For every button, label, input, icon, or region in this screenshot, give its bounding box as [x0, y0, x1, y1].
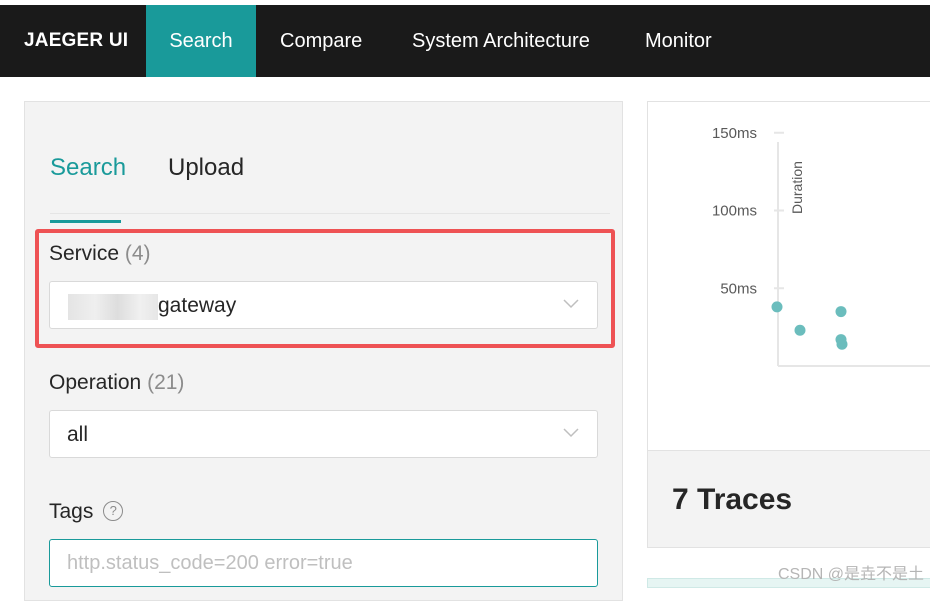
- trace-point[interactable]: [836, 306, 847, 317]
- top-nav: JAEGER UI Search Compare System Architec…: [0, 5, 930, 77]
- operation-value: all: [67, 423, 88, 447]
- service-select[interactable]: gateway: [49, 281, 598, 329]
- trace-point[interactable]: [772, 301, 783, 312]
- active-tab-indicator: [50, 220, 121, 223]
- brand-logo[interactable]: JAEGER UI: [24, 5, 128, 77]
- search-tabs: Search Upload: [50, 142, 610, 214]
- help-icon[interactable]: ?: [103, 501, 123, 521]
- service-label: Service (4): [49, 242, 151, 266]
- operation-count: (21): [147, 371, 184, 394]
- nav-monitor[interactable]: Monitor: [621, 5, 736, 77]
- watermark: CSDN @是垚不是土: [778, 560, 924, 584]
- y-axis-label: Duration: [789, 161, 805, 214]
- nav-compare[interactable]: Compare: [256, 5, 386, 77]
- traces-count: 7 Traces: [672, 483, 792, 517]
- tags-input[interactable]: [49, 539, 598, 587]
- search-panel: Search Upload: [24, 101, 623, 601]
- duration-scatter-chart: 150ms 100ms 50ms Duration: [648, 102, 930, 452]
- nav-system-architecture[interactable]: System Architecture: [388, 5, 614, 77]
- operation-label: Operation (21): [49, 371, 184, 395]
- operation-label-text: Operation: [49, 371, 141, 394]
- tab-search-label: Search: [50, 154, 126, 181]
- results-header: 7 Traces: [647, 450, 930, 548]
- trace-point[interactable]: [795, 325, 806, 336]
- tags-label-text: Tags: [49, 500, 93, 523]
- trace-point[interactable]: [837, 339, 848, 350]
- service-value: gateway: [158, 294, 236, 318]
- tags-label: Tags ?: [49, 500, 123, 524]
- y-tick-label: 100ms: [712, 203, 757, 220]
- tab-search[interactable]: Search: [50, 154, 126, 182]
- y-tick-label: 50ms: [720, 280, 757, 297]
- service-label-text: Service: [49, 242, 119, 265]
- redacted-service-prefix: [68, 294, 158, 320]
- service-count: (4): [125, 242, 151, 265]
- nav-search[interactable]: Search: [146, 5, 256, 77]
- y-tick-label: 150ms: [712, 125, 757, 142]
- duration-chart-card: 150ms 100ms 50ms Duration: [647, 101, 930, 451]
- chevron-down-icon: [563, 425, 579, 441]
- tab-upload[interactable]: Upload: [168, 154, 244, 182]
- operation-select[interactable]: all: [49, 410, 598, 458]
- chevron-down-icon: [563, 296, 579, 312]
